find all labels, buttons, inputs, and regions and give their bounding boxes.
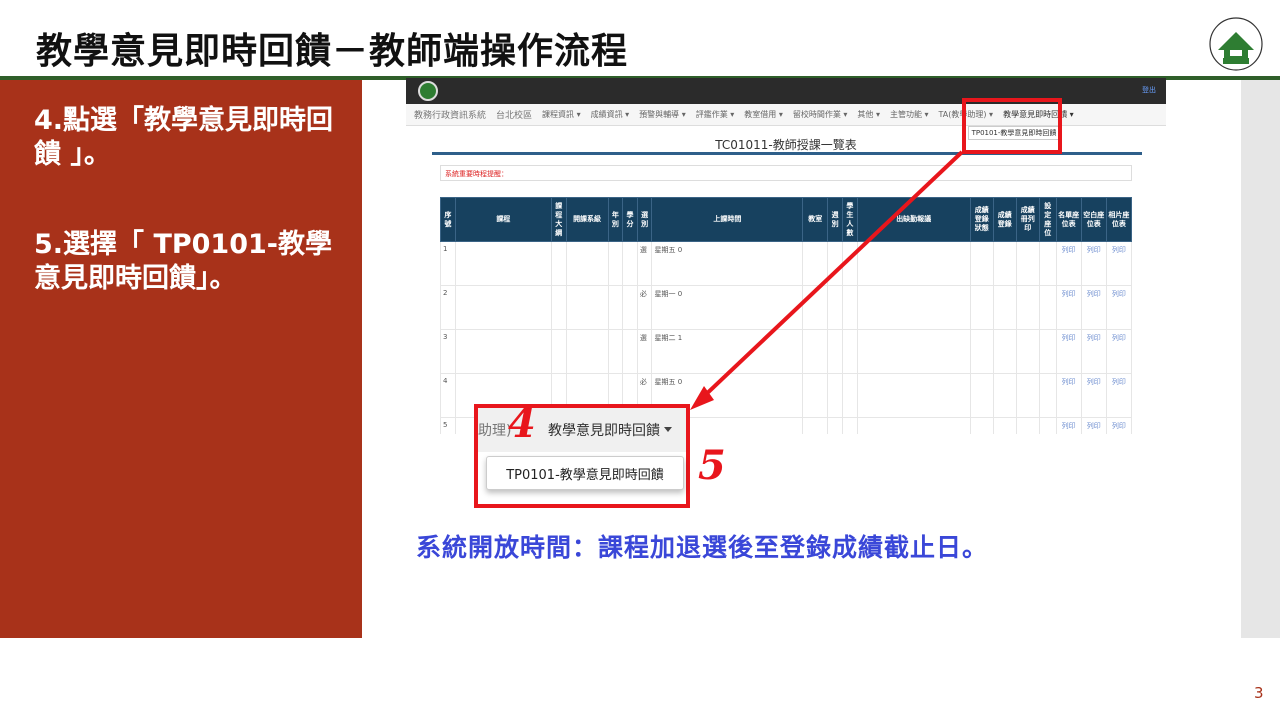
col-header: 週別 (827, 197, 843, 242)
print-photo-link[interactable]: 列印 (1105, 285, 1133, 330)
callout-feedback-menu[interactable]: 教學意見即時回饋 (548, 420, 660, 440)
nav-item-admin[interactable]: 主管功能 ▾ (890, 109, 929, 120)
print-blank-link[interactable]: 列印 (1080, 417, 1107, 434)
course-type: 選 (636, 329, 653, 374)
nav-item-other[interactable]: 其他 ▾ (857, 109, 880, 120)
col-header: 年別 (607, 197, 624, 242)
col-header: 選別 (636, 197, 653, 242)
class-time: 星期一 0 (651, 285, 804, 330)
table-header-row: 序號 課程 課程大綱 開課系級 年別 學分 選別 上課時間 教室 週別 學生人數… (440, 197, 1133, 242)
col-header: 課程 (454, 197, 552, 242)
course-type: 選 (636, 241, 653, 286)
col-header: 空白座位表 (1080, 197, 1107, 242)
col-header: 學生人數 (842, 197, 858, 242)
col-header: 序號 (440, 197, 456, 242)
system-brand[interactable]: 教務行政資訊系統 (414, 108, 486, 121)
print-blank-link[interactable]: 列印 (1080, 285, 1107, 330)
col-header: 上課時間 (651, 197, 804, 242)
row-number: 3 (440, 329, 456, 374)
col-header: 設定座位 (1038, 197, 1057, 242)
print-photo-link[interactable]: 列印 (1105, 241, 1133, 286)
print-blank-link[interactable]: 列印 (1080, 373, 1107, 418)
row-number: 1 (440, 241, 456, 286)
step-number-5: 5 (698, 442, 726, 489)
print-roster-link[interactable]: 列印 (1055, 417, 1082, 434)
col-header: 開課系級 (565, 197, 609, 242)
step-5-text: 5.選擇「 TP0101-教學意見即時回饋」。 (34, 229, 333, 294)
university-logo-icon (1209, 17, 1263, 71)
col-header: 成績登錄狀態 (969, 197, 994, 242)
col-header: 出缺勤報議 (856, 197, 971, 242)
nav-item-warning[interactable]: 預警與輔導 ▾ (639, 109, 686, 120)
col-header: 名單座位表 (1055, 197, 1082, 242)
nav-item-course-info[interactable]: 課程資訊 ▾ (542, 109, 581, 120)
logout-link[interactable]: 登出 (1142, 85, 1156, 95)
nav-item-classroom[interactable]: 教室借用 ▾ (744, 109, 783, 120)
col-header: 相片座位表 (1105, 197, 1133, 242)
print-roster-link[interactable]: 列印 (1055, 373, 1082, 418)
nav-item-office-hours[interactable]: 留校時間作業 ▾ (793, 109, 848, 120)
course-panel: 系統重要時程提醒： 序號 課程 課程大綱 開課系級 年別 學分 選別 上課時間 … (432, 152, 1142, 434)
nav-item-grades[interactable]: 成績資訊 ▾ (591, 109, 630, 120)
col-header: 課程大綱 (550, 197, 567, 242)
print-photo-link[interactable]: 列印 (1105, 329, 1133, 374)
print-photo-link[interactable]: 列印 (1105, 417, 1133, 434)
schedule-notice: 系統重要時程提醒： (440, 165, 1132, 181)
row-number: 5 (440, 417, 456, 434)
table-row: 1 選 星期五 0 列印 列印 列印 (440, 241, 1133, 286)
slide-title: 教學意見即時回饋－教師端操作流程 (36, 31, 629, 72)
print-roster-link[interactable]: 列印 (1055, 329, 1082, 374)
open-time-note: 系統開放時間：課程加退選後至登錄成績截止日。 (416, 533, 989, 562)
step-4-text: 4.點選「教學意見即時回饋 」。 (34, 105, 334, 170)
col-header: 成績登錄 (992, 197, 1017, 242)
row-number: 2 (440, 285, 456, 330)
side-strip (1241, 80, 1280, 638)
col-header: 學分 (622, 197, 638, 242)
page-number: 3 (1254, 684, 1264, 702)
system-logo-icon (418, 81, 438, 101)
callout-prev-item: 助理) (478, 423, 512, 439)
row-number: 4 (440, 373, 456, 418)
print-roster-link[interactable]: 列印 (1055, 285, 1082, 330)
class-time: 星期二 1 (651, 329, 804, 374)
campus-label: 台北校區 (496, 111, 533, 121)
col-header: 成績冊列印 (1015, 197, 1040, 242)
course-table: 序號 課程 課程大綱 開課系級 年別 學分 選別 上課時間 教室 週別 學生人數… (440, 197, 1133, 434)
zoom-callout: 助理) 教學意見即時回饋 TP0101-教學意見即時回饋 (474, 404, 690, 508)
course-type: 必 (636, 285, 653, 330)
nav-item-evaluation[interactable]: 評鑑作業 ▾ (696, 109, 735, 120)
table-row: 3 選 星期二 1 列印 列印 列印 (440, 329, 1133, 374)
class-time: 星期五 0 (651, 241, 804, 286)
print-roster-link[interactable]: 列印 (1055, 241, 1082, 286)
col-header: 教室 (802, 197, 829, 242)
table-row: 2 必 星期一 0 列印 列印 列印 (440, 285, 1133, 330)
step-number-4: 4 (508, 400, 536, 447)
print-photo-link[interactable]: 列印 (1105, 373, 1133, 418)
nav-highlight-box (962, 98, 1062, 154)
print-blank-link[interactable]: 列印 (1080, 329, 1107, 374)
callout-tp0101-option[interactable]: TP0101-教學意見即時回饋 (486, 456, 684, 490)
caret-down-icon (664, 427, 672, 432)
print-blank-link[interactable]: 列印 (1080, 241, 1107, 286)
